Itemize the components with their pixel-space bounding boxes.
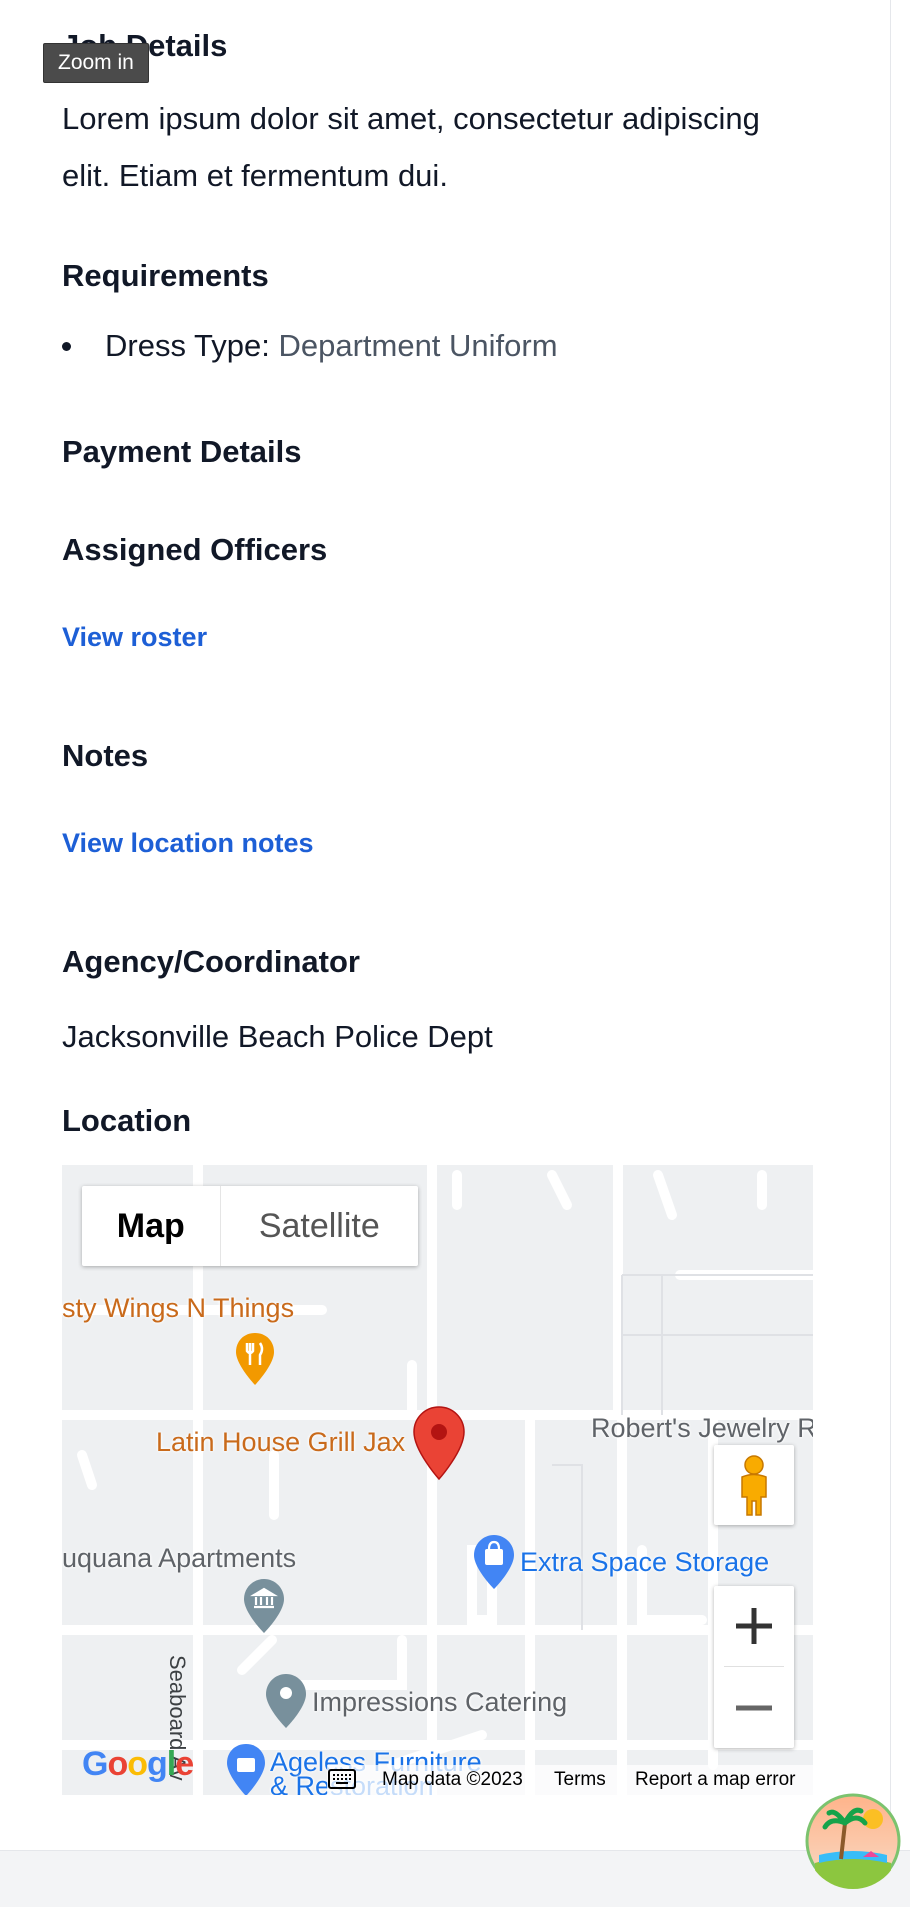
requirement-item: Dress Type: Department Uniform <box>62 328 558 364</box>
page-footer <box>0 1850 910 1907</box>
red-marker-icon[interactable] <box>412 1405 466 1481</box>
scrollbar[interactable] <box>890 0 910 1850</box>
poi-wings[interactable]: sty Wings N Things <box>62 1293 294 1324</box>
location-heading: Location <box>62 1103 192 1138</box>
zoom-in-button[interactable] <box>714 1586 794 1666</box>
poi-apartments[interactable]: uquana Apartments <box>62 1543 296 1574</box>
view-roster-link[interactable]: View roster <box>62 622 207 653</box>
place-pin-icon[interactable] <box>264 1672 308 1730</box>
map-type-control: Map Satellite <box>82 1186 418 1266</box>
furniture-pin-icon[interactable] <box>225 1742 267 1795</box>
beach-extension-icon[interactable] <box>805 1793 901 1889</box>
street-view-pegman[interactable] <box>714 1445 794 1525</box>
poi-jewelry[interactable]: Robert's Jewelry R <box>591 1413 813 1444</box>
keyboard-icon[interactable] <box>328 1769 356 1789</box>
restaurant-pin-icon[interactable] <box>234 1331 276 1387</box>
shopping-pin-icon[interactable] <box>472 1533 516 1591</box>
requirements-list: Dress Type: Department Uniform <box>62 328 558 364</box>
bullet <box>62 342 71 351</box>
zoom-divider <box>724 1666 784 1667</box>
requirement-label: Dress Type: <box>105 328 270 363</box>
location-map[interactable]: Map Satellite sty Wings N Things Latin H… <box>62 1165 813 1795</box>
zoom-control <box>714 1586 794 1748</box>
map-type-map-button[interactable]: Map <box>82 1186 221 1266</box>
beach-icon <box>805 1793 901 1889</box>
map-type-satellite-button[interactable]: Satellite <box>221 1186 418 1266</box>
requirement-value: Department Uniform <box>278 328 558 363</box>
museum-pin-icon[interactable] <box>242 1577 286 1635</box>
payment-details-heading: Payment Details <box>62 434 302 469</box>
notes-heading: Notes <box>62 738 149 773</box>
poi-storage[interactable]: Extra Space Storage <box>520 1547 769 1578</box>
terms-link[interactable]: Terms <box>554 1765 606 1795</box>
zoom-out-icon <box>736 1705 772 1711</box>
zoom-in-icon <box>736 1608 772 1644</box>
requirements-heading: Requirements <box>62 258 269 293</box>
zoom-in-tooltip: Zoom in <box>43 43 149 83</box>
map-data-text: Map data ©2023 <box>382 1769 523 1790</box>
assigned-officers-heading: Assigned Officers <box>62 532 328 567</box>
google-logo[interactable]: Google <box>82 1745 194 1784</box>
agency-coordinator-heading: Agency/Coordinator <box>62 944 360 979</box>
zoom-out-button[interactable] <box>714 1668 794 1748</box>
view-location-notes-link[interactable]: View location notes <box>62 828 314 859</box>
poi-latin-house[interactable]: Latin House Grill Jax <box>156 1427 405 1458</box>
poi-catering[interactable]: Impressions Catering <box>312 1687 567 1718</box>
job-description: Lorem ipsum dolor sit amet, consectetur … <box>62 101 760 193</box>
pegman-icon <box>741 1455 767 1516</box>
report-map-error-link[interactable]: Report a map error <box>635 1765 796 1795</box>
agency-name: Jacksonville Beach Police Dept <box>62 1019 493 1054</box>
